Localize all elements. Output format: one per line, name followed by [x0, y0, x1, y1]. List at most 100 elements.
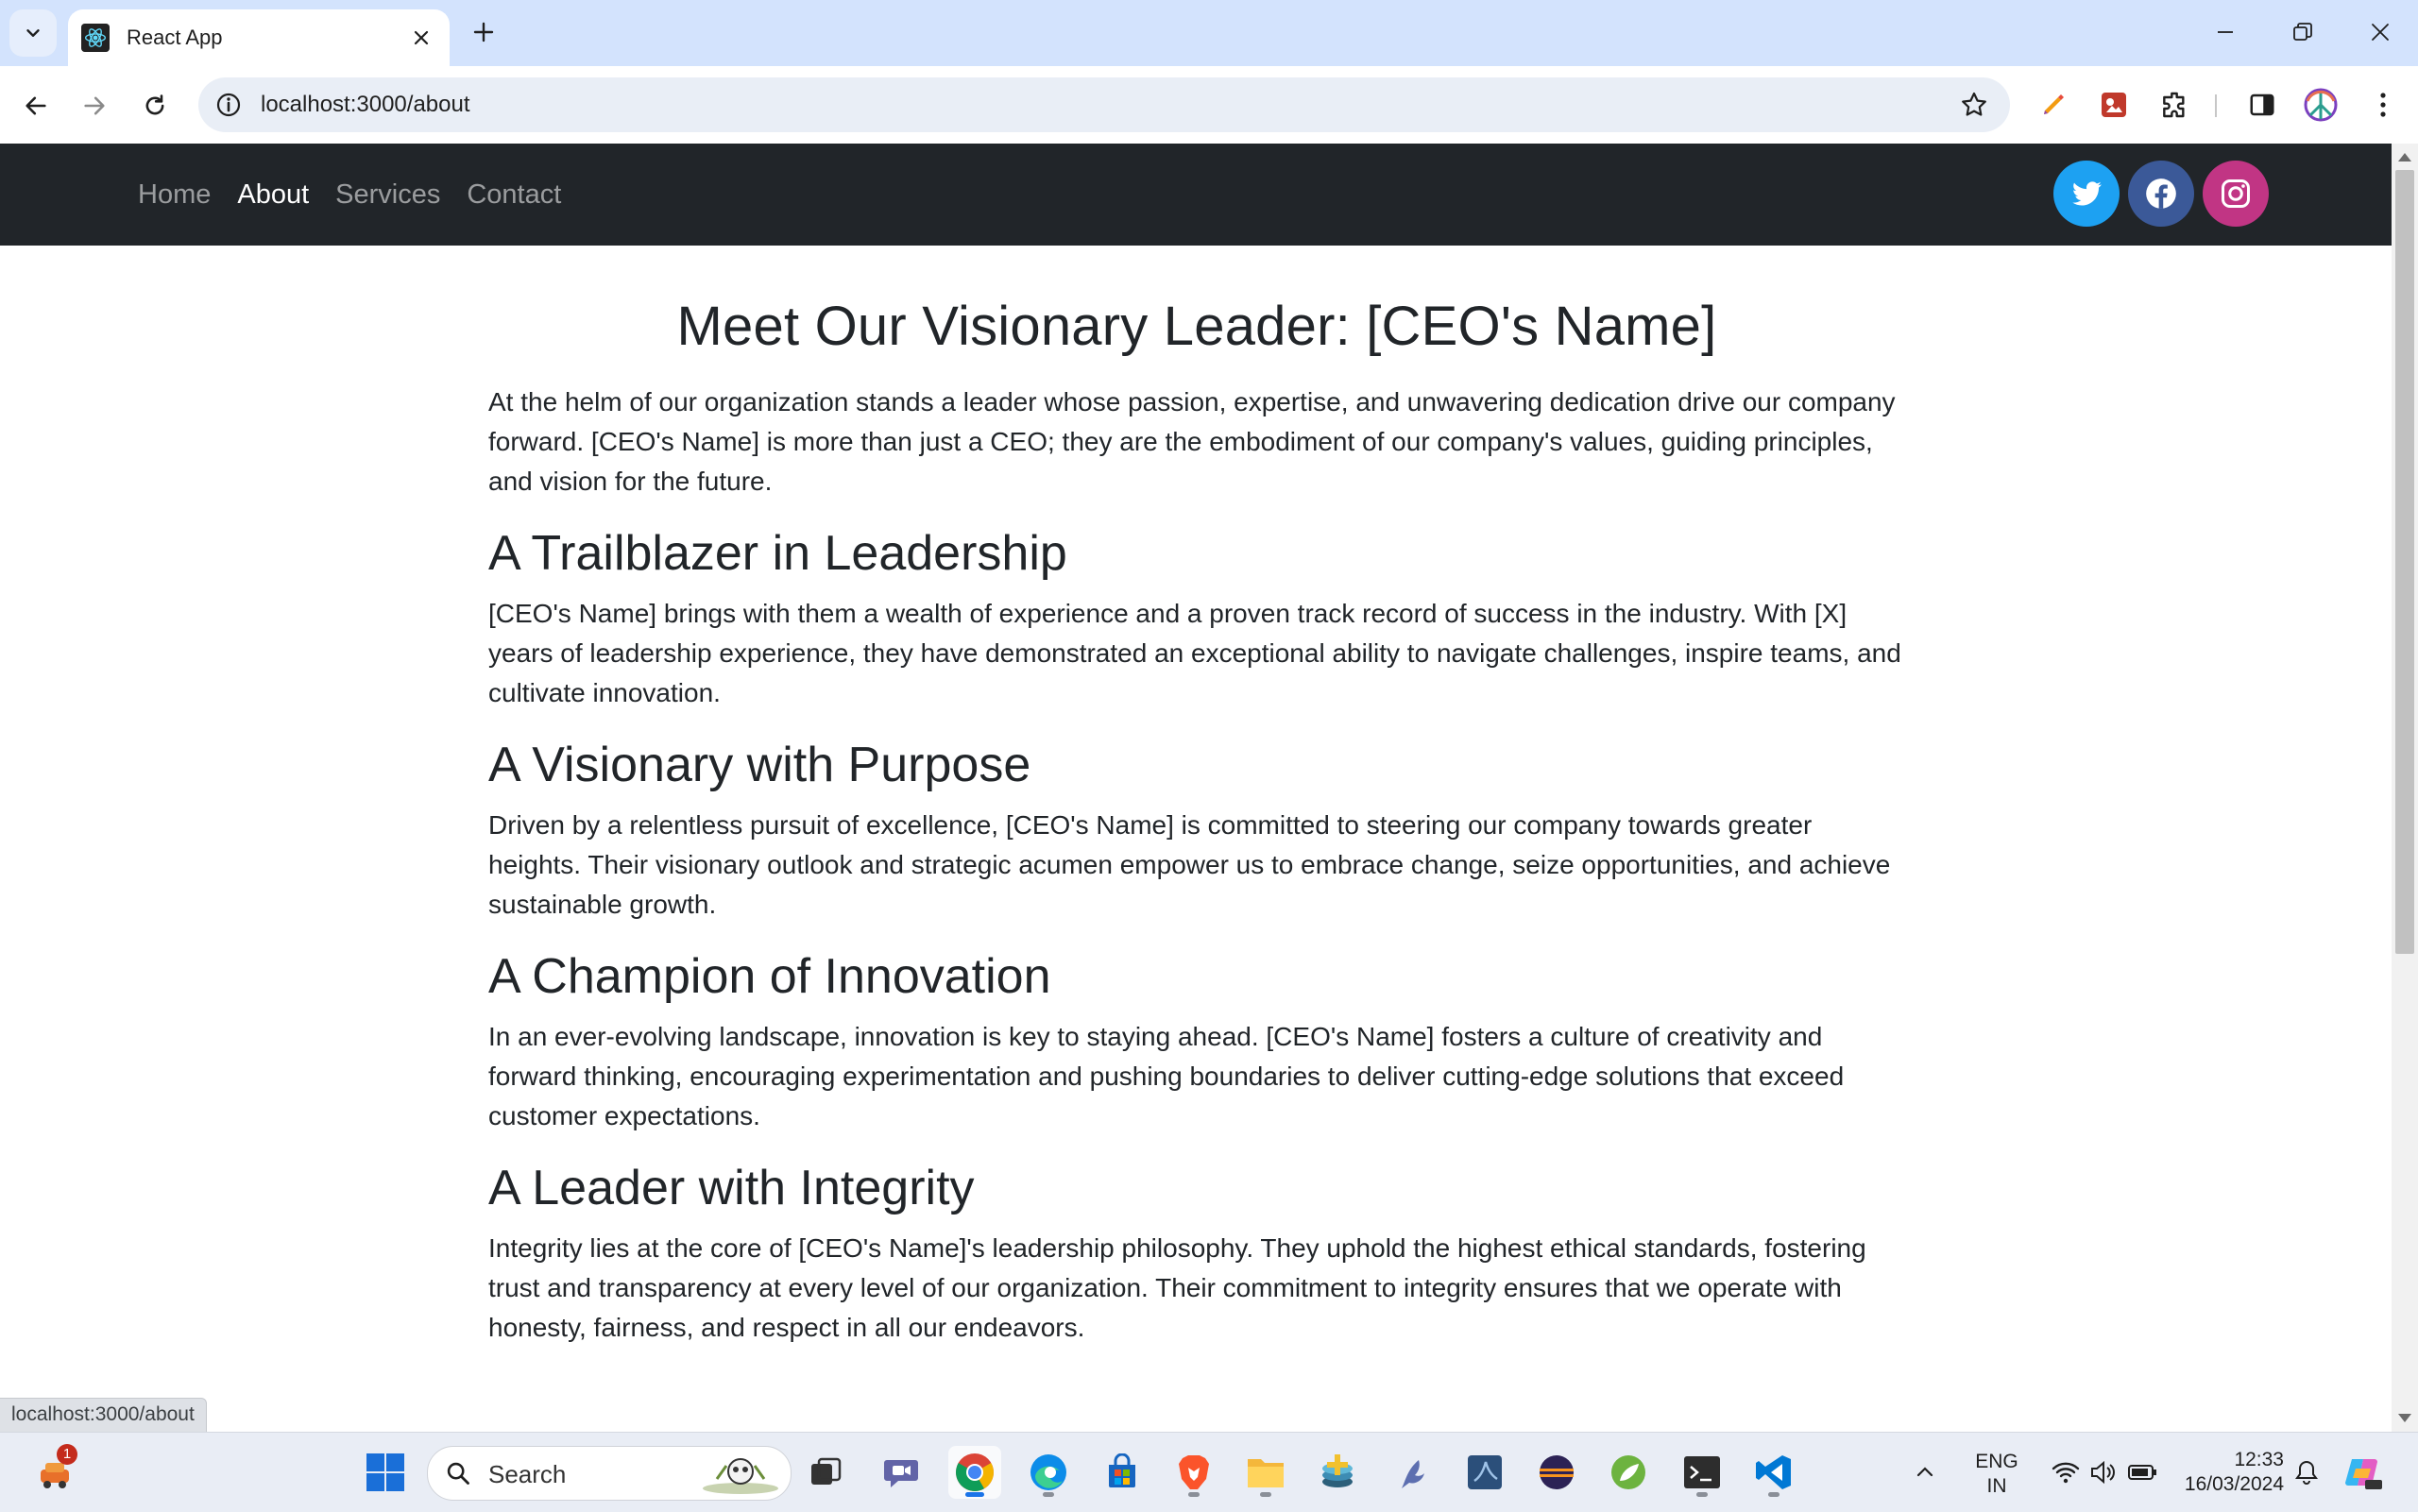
teams-chat-button[interactable]	[875, 1446, 928, 1499]
mysql-workbench-button[interactable]	[1458, 1446, 1511, 1499]
extension-red-button[interactable]	[2096, 87, 2132, 123]
chevron-up-icon	[1916, 1467, 1933, 1477]
url-text[interactable]: localhost:3000/about	[261, 92, 470, 118]
file-explorer-button[interactable]	[1239, 1446, 1292, 1499]
windows-taskbar: 1 Search ENG IN 12:33 16/03/2024	[0, 1432, 2418, 1512]
volume-icon	[2091, 1460, 2115, 1485]
minimize-button[interactable]	[2197, 13, 2254, 51]
chevron-down-icon	[26, 29, 40, 37]
eclipse-button[interactable]	[1530, 1446, 1583, 1499]
taskbar-search[interactable]: Search	[427, 1446, 792, 1501]
toolbar-divider	[2215, 94, 2217, 117]
show-hidden-icons-button[interactable]	[1906, 1446, 1944, 1499]
vscode-button[interactable]	[1747, 1446, 1800, 1499]
side-panel-button[interactable]	[2244, 87, 2280, 123]
page-scrollbar[interactable]	[2392, 144, 2418, 1432]
store-taskbar-button[interactable]	[1096, 1446, 1149, 1499]
dolphin-app-button[interactable]	[1385, 1446, 1438, 1499]
network-sound-battery-button[interactable]	[2038, 1446, 2171, 1499]
running-indicator	[1768, 1492, 1779, 1497]
twitter-button[interactable]	[2053, 161, 2120, 227]
brave-lion-icon	[1179, 1455, 1209, 1489]
nav-link-about[interactable]: About	[237, 179, 309, 211]
chrome-icon	[956, 1453, 994, 1491]
task-view-button[interactable]	[799, 1446, 852, 1499]
close-icon	[414, 30, 429, 45]
browser-tab-active[interactable]: React App	[68, 9, 450, 66]
new-tab-button[interactable]	[465, 13, 502, 51]
spring-tool-button[interactable]	[1602, 1446, 1655, 1499]
section-heading: A Trailblazer in Leadership	[488, 526, 1067, 581]
link-status-bar: localhost:3000/about	[0, 1398, 207, 1434]
battery-icon	[2128, 1465, 2156, 1480]
chat-icon	[884, 1460, 918, 1487]
scroll-thumb[interactable]	[2395, 170, 2414, 954]
copilot-button[interactable]	[2337, 1446, 2390, 1499]
puzzle-icon	[2163, 92, 2185, 118]
restore-button[interactable]	[2274, 13, 2331, 51]
forward-button[interactable]	[74, 85, 115, 127]
profile-button[interactable]	[2303, 87, 2339, 123]
arrow-left-icon	[26, 96, 46, 115]
section-heading: A Leader with Integrity	[488, 1161, 975, 1215]
back-button[interactable]	[15, 85, 57, 127]
red-extension-icon	[2102, 93, 2126, 117]
running-indicator	[1696, 1492, 1708, 1497]
running-indicator	[1260, 1492, 1271, 1497]
instagram-button[interactable]	[2203, 161, 2269, 227]
browser-menu-button[interactable]	[2365, 87, 2401, 123]
start-button[interactable]	[359, 1446, 412, 1499]
tab-search-button[interactable]	[9, 9, 57, 57]
tab-title: React App	[127, 25, 223, 49]
running-indicator	[1043, 1492, 1054, 1497]
section-text: Integrity lies at the core of [CEO's Nam…	[488, 1233, 1866, 1342]
language-indicator[interactable]: ENG IN	[1967, 1450, 2027, 1499]
spring-leaf-icon	[1611, 1455, 1645, 1489]
edge-taskbar-button[interactable]	[1022, 1446, 1075, 1499]
eclipse-icon	[1540, 1455, 1574, 1489]
active-indicator	[965, 1492, 984, 1497]
clock-date: 16/03/2024	[2184, 1473, 2284, 1495]
address-bar[interactable]: localhost:3000/about	[198, 77, 2010, 132]
arrow-right-icon	[84, 96, 105, 115]
app-taskbar-button[interactable]	[1311, 1446, 1364, 1499]
terminal-button[interactable]	[1676, 1446, 1728, 1499]
workbench-icon	[1468, 1455, 1502, 1489]
extensions-button[interactable]	[2156, 87, 2192, 123]
bookmark-star-icon[interactable]	[1959, 90, 1989, 120]
site-info-icon[interactable]	[213, 90, 244, 120]
scroll-up-arrow[interactable]	[2398, 153, 2411, 161]
region-code: IN	[1986, 1475, 2007, 1497]
section-text: [CEO's Name] brings with them a wealth o…	[488, 599, 1901, 707]
chrome-taskbar-button[interactable]	[948, 1446, 1001, 1499]
windows-logo-icon	[366, 1453, 404, 1491]
intro-paragraph: At the helm of our organization stands a…	[488, 387, 1896, 496]
reload-button[interactable]	[134, 85, 176, 127]
weather-widget[interactable]: 1	[28, 1444, 81, 1499]
running-indicator	[1188, 1492, 1200, 1497]
nav-link-home[interactable]: Home	[138, 179, 211, 211]
scroll-down-arrow[interactable]	[2398, 1414, 2411, 1422]
bell-icon	[2295, 1460, 2318, 1485]
instagram-icon	[2222, 179, 2250, 208]
section-text: In an ever-evolving landscape, innovatio…	[488, 1022, 1845, 1130]
plus-icon	[473, 22, 494, 42]
browser-toolbar: localhost:3000/about	[0, 66, 2418, 144]
nav-link-services[interactable]: Services	[335, 179, 440, 211]
edge-icon	[1030, 1454, 1066, 1490]
brave-taskbar-button[interactable]	[1167, 1446, 1220, 1499]
kebab-menu-icon	[2380, 93, 2386, 117]
notifications-button[interactable]	[2290, 1446, 2324, 1499]
react-logo-icon	[81, 24, 110, 52]
facebook-icon	[2146, 178, 2176, 209]
clock[interactable]: 12:33 16/03/2024	[2171, 1448, 2284, 1497]
browser-tab-strip: React App	[0, 0, 2418, 66]
about-content: Meet Our Visionary Leader: [CEO's Name] …	[488, 295, 1905, 1370]
search-icon	[447, 1462, 469, 1485]
close-window-button[interactable]	[2352, 13, 2409, 51]
extension-pen-button[interactable]	[2035, 87, 2071, 123]
nav-link-contact[interactable]: Contact	[467, 179, 561, 211]
tab-close-button[interactable]	[406, 23, 436, 53]
vscode-icon	[1756, 1455, 1791, 1489]
facebook-button[interactable]	[2128, 161, 2194, 227]
